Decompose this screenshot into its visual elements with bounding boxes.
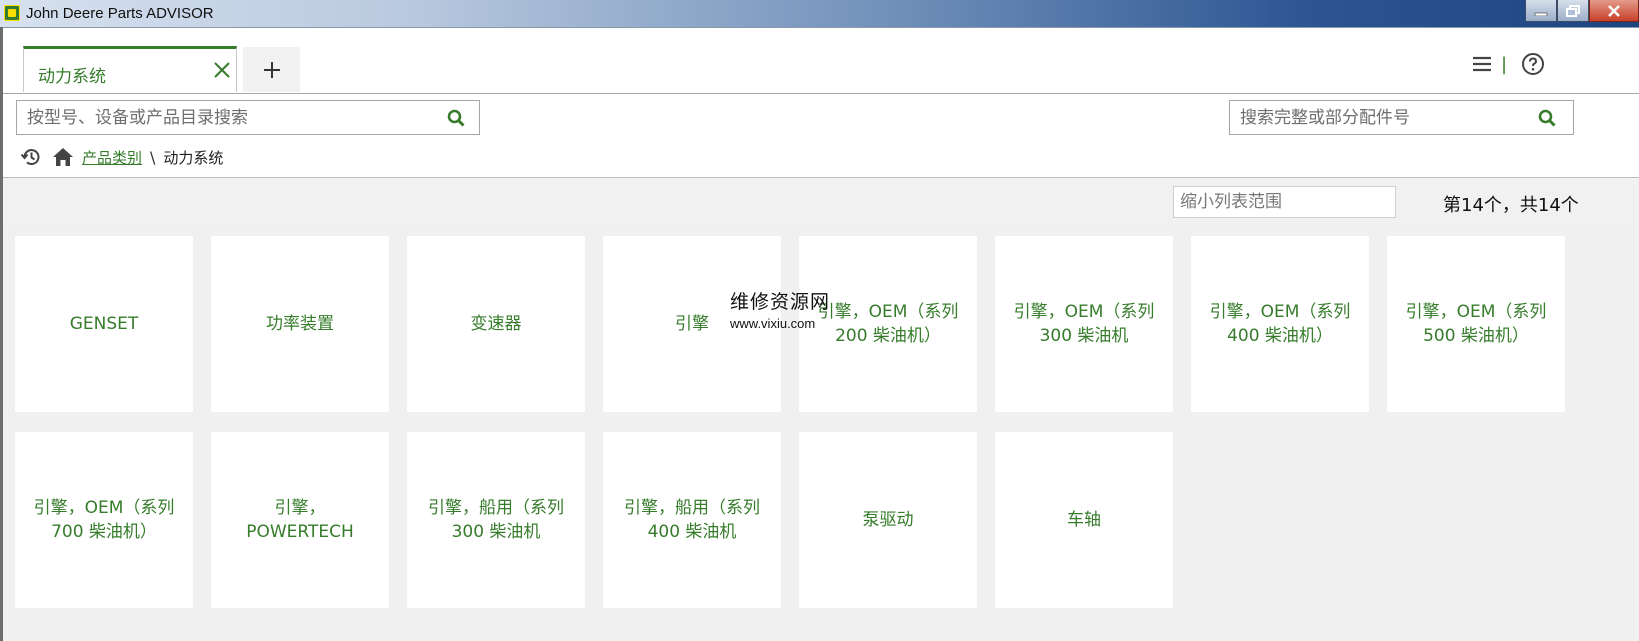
minimize-icon	[1534, 12, 1548, 16]
result-count: 第14个，共14个	[1443, 195, 1579, 216]
category-tile[interactable]: 引擎，船用（系列 400 柴油机	[603, 432, 781, 608]
category-tile-grid: GENSET 功率装置 变速器 引擎 引擎，OEM（系列 200 柴油机） 引擎…	[3, 225, 1639, 641]
catalog-search-input[interactable]	[17, 101, 439, 134]
category-tile[interactable]: 变速器	[407, 236, 585, 412]
window-title: John Deere Parts ADVISOR	[26, 5, 214, 22]
category-tile[interactable]: 引擎，船用（系列 300 柴油机	[407, 432, 585, 608]
breadcrumb-current: 动力系统	[163, 148, 224, 167]
narrow-list-input[interactable]	[1173, 186, 1396, 218]
tab-label: 动力系统	[38, 67, 106, 87]
tab-powertrain[interactable]: 动力系统	[23, 46, 237, 92]
add-tab-button[interactable]	[243, 47, 300, 92]
search-icon[interactable]	[447, 109, 465, 127]
close-window-button[interactable]	[1589, 0, 1639, 22]
catalog-search-box	[16, 100, 480, 135]
close-icon	[1608, 4, 1620, 17]
hamburger-menu-icon[interactable]	[1471, 53, 1493, 75]
part-number-search-box	[1229, 100, 1574, 135]
restore-button[interactable]	[1557, 0, 1589, 22]
category-tile[interactable]: 引擎	[603, 236, 781, 412]
category-tile[interactable]: 引擎，OEM（系列 300 柴油机	[995, 236, 1173, 412]
breadcrumb: 产品类别 \ 动力系统	[20, 145, 223, 169]
filter-bar: 第14个，共14个	[3, 177, 1639, 226]
tab-bar: 动力系统 |	[3, 28, 1639, 94]
window-title-bar: John Deere Parts ADVISOR	[0, 0, 1639, 28]
category-tile[interactable]: 引擎，OEM（系列 400 柴油机）	[1191, 236, 1369, 412]
toolbar-separator: |	[1501, 54, 1508, 75]
plus-icon	[263, 61, 280, 78]
category-tile[interactable]: 引擎，OEM（系列 500 柴油机）	[1387, 236, 1565, 412]
category-tile[interactable]: 引擎，OEM（系列 700 柴油机）	[15, 432, 193, 608]
category-tile[interactable]: 泵驱动	[799, 432, 977, 608]
tab-close-icon[interactable]	[212, 60, 232, 80]
restore-icon	[1566, 4, 1580, 17]
category-tile[interactable]: GENSET	[15, 236, 193, 412]
history-icon[interactable]	[20, 146, 42, 168]
category-tile[interactable]: 功率装置	[211, 236, 389, 412]
category-tile[interactable]: 车轴	[995, 432, 1173, 608]
window-controls	[1525, 0, 1639, 22]
part-number-search-input[interactable]	[1230, 101, 1533, 134]
category-tile[interactable]: 引擎，POWERTECH	[211, 432, 389, 608]
home-icon[interactable]	[52, 146, 74, 168]
breadcrumb-link-product-categories[interactable]: 产品类别	[82, 147, 142, 168]
minimize-button[interactable]	[1525, 0, 1557, 22]
breadcrumb-separator: \	[150, 147, 156, 167]
app-logo-icon	[4, 5, 20, 21]
search-icon[interactable]	[1538, 109, 1556, 127]
category-tile[interactable]: 引擎，OEM（系列 200 柴油机）	[799, 236, 977, 412]
help-icon[interactable]	[1521, 52, 1545, 76]
